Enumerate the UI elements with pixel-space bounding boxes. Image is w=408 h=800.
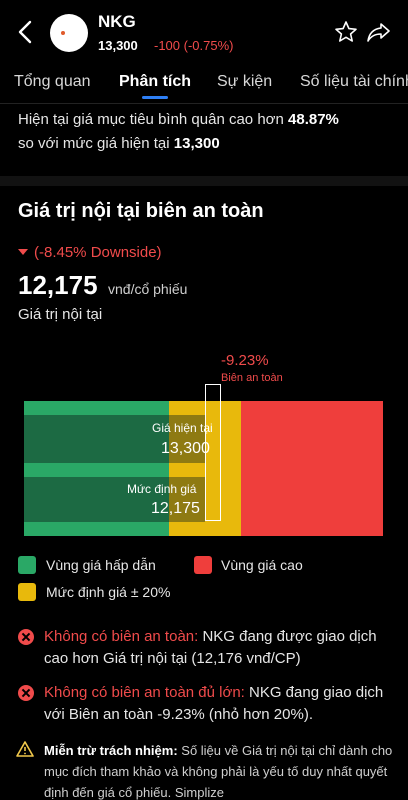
note-insufficient-margin: Không có biên an toàn đủ lớn: NKG đang g… — [44, 684, 384, 723]
safety-margin-label: Biên an toàn — [221, 372, 283, 384]
fair-value-value: 12,175 — [151, 500, 200, 517]
current-price-label: Giá hiện tại — [152, 421, 213, 435]
high-price-zone-bar — [241, 401, 383, 536]
stock-header: NKG 13,300 -100 (-0.75%) — [0, 0, 408, 64]
share-icon[interactable] — [366, 20, 392, 44]
current-price-bar — [24, 415, 169, 463]
safety-margin-percent: -9.23% — [221, 352, 269, 369]
error-icon — [18, 629, 34, 645]
legend-valuation: Mức định giá ± 20% — [46, 584, 171, 600]
current-price-value: 13,300 — [161, 440, 210, 457]
tab-overview[interactable]: Tổng quan — [14, 73, 91, 91]
current-price: 13,300 — [98, 38, 138, 53]
tab-bar: Tổng quan Phân tích Sự kiện Số liệu tài … — [0, 64, 408, 104]
price-change: -100 (-0.75%) — [154, 38, 234, 53]
error-icon — [18, 685, 34, 701]
intrinsic-label: Giá trị nội tại — [18, 306, 103, 323]
tab-analysis[interactable]: Phân tích — [119, 73, 191, 91]
section-divider — [0, 176, 408, 186]
legend-swatch-green — [18, 556, 36, 574]
intrinsic-unit: vnđ/cổ phiếu — [108, 281, 188, 297]
legend-attractive: Vùng giá hấp dẫn — [46, 557, 156, 573]
disclaimer: Miễn trừ trách nhiệm: Số liệu về Giá trị… — [44, 743, 393, 800]
note-no-margin: Không có biên an toàn: NKG đang được gia… — [44, 628, 377, 667]
company-logo — [50, 14, 88, 52]
back-arrow-icon[interactable] — [14, 18, 36, 46]
legend-high: Vùng giá cao — [221, 557, 303, 573]
target-price-summary: Hiện tại giá mục tiêu bình quân cao hơn … — [18, 111, 339, 152]
intrinsic-value: 12,175 — [18, 270, 98, 300]
safety-margin-bracket-top — [205, 384, 221, 385]
legend-swatch-yellow — [18, 583, 36, 601]
star-icon[interactable] — [334, 20, 358, 44]
warning-icon — [16, 741, 34, 757]
tab-events[interactable]: Sự kiện — [217, 73, 272, 91]
section-title: Giá trị nội tại biên an toàn — [18, 200, 264, 222]
fair-value-label: Mức định giá — [127, 482, 197, 496]
legend-swatch-red — [194, 556, 212, 574]
ticker-symbol: NKG — [98, 12, 136, 31]
active-tab-indicator — [142, 96, 168, 99]
tab-financials[interactable]: Số liệu tài chính — [300, 73, 408, 91]
downside-indicator: (-8.45% Downside) — [18, 244, 162, 261]
down-triangle-icon — [18, 249, 28, 255]
